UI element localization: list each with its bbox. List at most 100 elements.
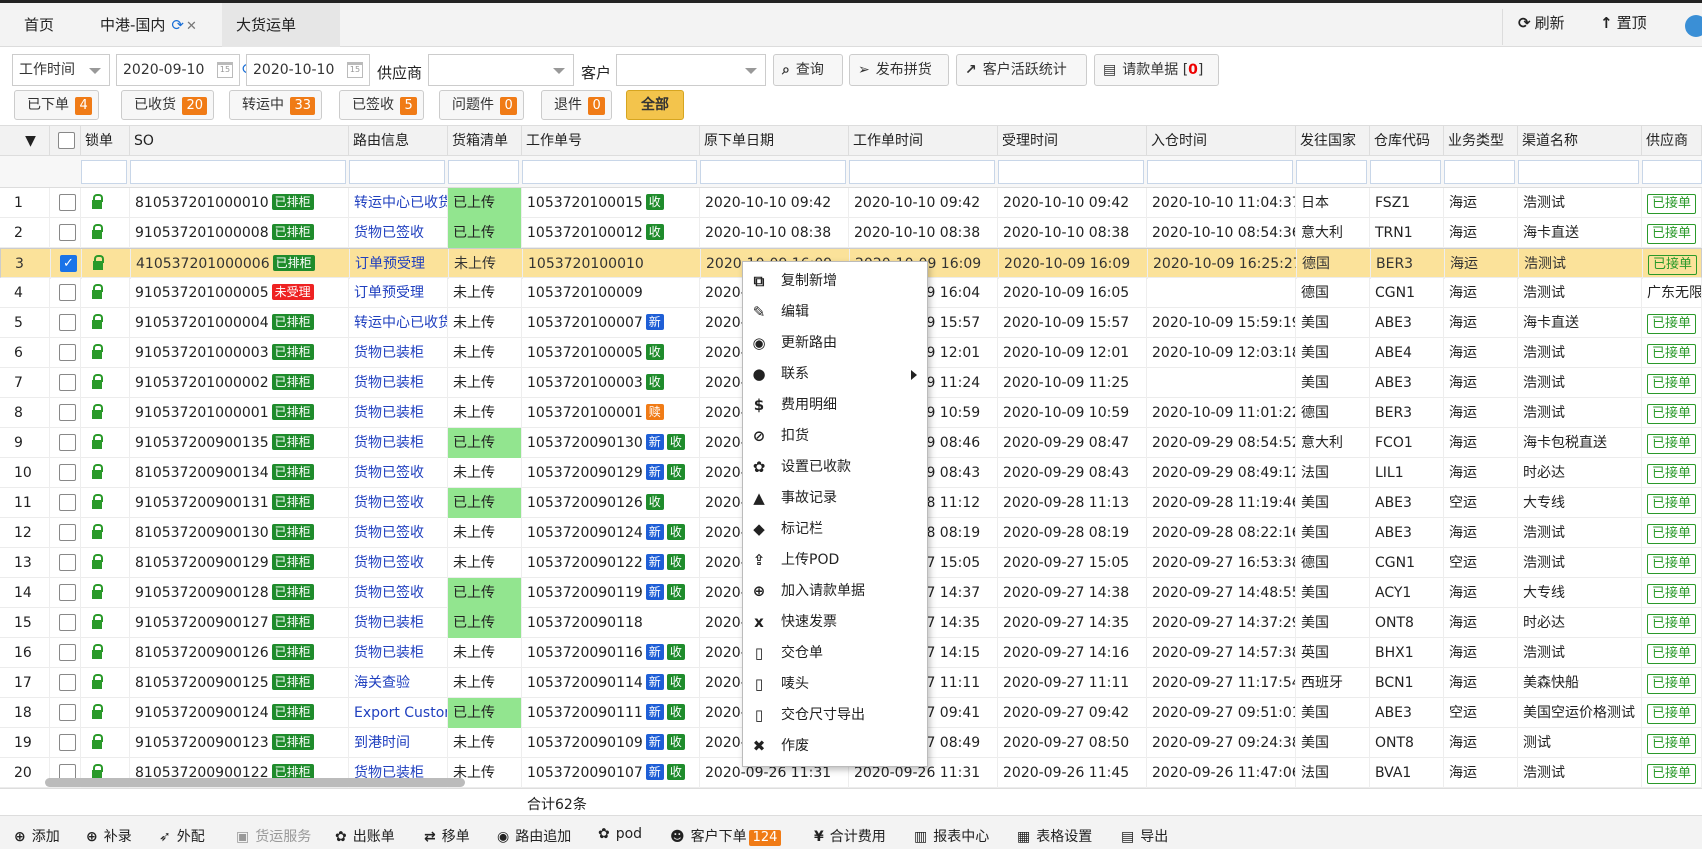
lock-icon[interactable] [92, 554, 103, 569]
checkbox[interactable] [59, 734, 76, 751]
filter-input-country[interactable] [1296, 160, 1367, 184]
filter-input-so[interactable] [130, 160, 346, 184]
checkbox[interactable] [59, 614, 76, 631]
checkbox[interactable] [59, 524, 76, 541]
date-from-field[interactable]: 2020-09-10 15 [116, 54, 240, 86]
route-info-link[interactable]: 订单预受理 [350, 249, 449, 279]
checkbox[interactable] [59, 554, 76, 571]
supplier-select[interactable] [428, 54, 574, 86]
lock-icon[interactable] [92, 224, 103, 239]
bottom-action-12[interactable]: ▤ 导出 [1121, 826, 1168, 846]
column-header-original-order-date[interactable]: 原下单日期 [700, 126, 849, 156]
route-info-link[interactable]: 货物已签收 [349, 578, 448, 608]
route-info-link[interactable]: 货物已装柜 [349, 428, 448, 458]
filter-input-route[interactable] [349, 160, 445, 184]
context-menu-item[interactable]: ▯ 唛头 [743, 669, 929, 700]
filter-all[interactable]: 全部 [626, 90, 684, 120]
context-menu-item[interactable]: ⧉ 复制新增 [743, 266, 929, 297]
close-icon[interactable]: ✕ [186, 19, 197, 34]
lock-icon[interactable] [92, 404, 103, 419]
checkbox[interactable] [58, 132, 75, 149]
query-button[interactable]: ⌕ 查询 [773, 54, 843, 86]
route-info-link[interactable]: 转运中心已收货 [349, 308, 448, 338]
checkbox[interactable] [59, 434, 76, 451]
context-menu-item[interactable]: ◆ 标记栏 [743, 514, 929, 545]
column-header-destination-country[interactable]: 发往国家 [1296, 126, 1370, 156]
checkbox[interactable] [59, 584, 76, 601]
bottom-action-9[interactable]: ¥ 合计费用 [814, 826, 886, 846]
route-info-link[interactable]: 海关查验 [349, 668, 448, 698]
route-info-link[interactable]: 货物已装柜 [349, 368, 448, 398]
calendar-icon[interactable]: 15 [217, 62, 233, 78]
filter-input-supplier[interactable] [1642, 160, 1702, 184]
bottom-action-5[interactable]: ⇄ 移单 [424, 826, 470, 846]
filter-ordered[interactable]: 已下单 4 [14, 90, 99, 120]
column-header-warehouse-code[interactable]: 仓库代码 [1370, 126, 1444, 156]
context-menu-item[interactable]: ● 联系 [743, 359, 929, 390]
column-header-channel[interactable]: 渠道名称 [1518, 126, 1642, 156]
tab-zhonggang[interactable]: 中港-国内 ⟳ ✕ [86, 3, 211, 47]
customer-activity-stats-button[interactable]: ↗ 客户活跃统计 [956, 54, 1087, 86]
context-menu-item[interactable]: ⊕ 加入请款单据 [743, 576, 929, 607]
date-to-field[interactable]: 2020-10-10 15 [246, 54, 370, 86]
filter-input-work-order[interactable] [522, 160, 697, 184]
lock-icon[interactable] [92, 584, 103, 599]
customer-select[interactable] [616, 54, 766, 86]
bottom-action-1[interactable]: ⊕ 补录 [86, 826, 132, 846]
lock-icon[interactable] [92, 284, 103, 299]
payment-request-button[interactable]: ▤ 请款单据 [0] [1094, 54, 1219, 86]
column-header-box-list[interactable]: 货箱清单 [448, 126, 522, 156]
select-all-checkbox[interactable] [50, 126, 81, 156]
context-menu-item[interactable]: ✎ 编辑 [743, 297, 929, 328]
route-info-link[interactable]: 货物已装柜 [349, 608, 448, 638]
context-menu-item[interactable]: ◉ 更新路由 [743, 328, 929, 359]
context-menu-item[interactable]: ✿ 设置已收款 [743, 452, 929, 483]
tab-bulk-waybill[interactable]: 大货运单⟳✕ [222, 3, 340, 78]
checkbox[interactable] [59, 314, 76, 331]
lock-icon[interactable] [92, 704, 103, 719]
filter-input-channel[interactable] [1518, 160, 1639, 184]
time-type-select[interactable]: 工作时间 [12, 54, 110, 86]
publish-consolidation-button[interactable]: ➢ 发布拼货 [849, 54, 949, 86]
globe-icon[interactable] [1685, 15, 1702, 37]
checkbox[interactable] [59, 284, 76, 301]
column-header-work-order-time[interactable]: 工作单时间 [849, 126, 998, 156]
table-row[interactable]: 2 910537201000008 已排柜 货物已签收 已上传 1053720100012… [0, 218, 1702, 248]
checkbox[interactable]: ✓ [60, 255, 77, 272]
column-header-work-order-no[interactable]: 工作单号 [522, 126, 700, 156]
filter-problem[interactable]: 问题件 0 [439, 90, 524, 120]
filter-returned[interactable]: 退件 0 [541, 90, 612, 120]
checkbox[interactable] [59, 704, 76, 721]
bottom-action-6[interactable]: ◉ 路由追加 [497, 826, 571, 846]
bottom-action-11[interactable]: ▦ 表格设置 [1017, 826, 1092, 846]
column-header-accept-time[interactable]: 受理时间 [998, 126, 1147, 156]
checkbox[interactable] [59, 374, 76, 391]
pin-top-button[interactable]: ↑ 置顶 [1600, 3, 1647, 43]
refresh-button[interactable]: ⟳ 刷新 [1518, 3, 1565, 43]
route-info-link[interactable]: 订单预受理 [349, 278, 448, 308]
context-menu-item[interactable]: ▲ 事故记录 [743, 483, 929, 514]
tab-home[interactable]: 首页 [10, 3, 68, 47]
context-menu-item[interactable]: ⊘ 扣货 [743, 421, 929, 452]
route-info-link[interactable]: Export Customs [349, 698, 448, 728]
route-info-link[interactable]: 货物已签收 [349, 458, 448, 488]
bottom-action-10[interactable]: ▥ 报表中心 [914, 826, 989, 846]
column-header-inbound-time[interactable]: 入仓时间 [1147, 126, 1296, 156]
lock-icon[interactable] [92, 494, 103, 509]
lock-icon[interactable] [92, 614, 103, 629]
route-info-link[interactable]: 货物已装柜 [349, 338, 448, 368]
context-menu-item[interactable]: ✖ 作废 [743, 731, 929, 762]
refresh-icon[interactable]: ⟳ [171, 16, 184, 34]
lock-icon[interactable] [92, 194, 103, 209]
bottom-action-8[interactable]: ☻ 客户下单 124 [670, 826, 782, 846]
lock-icon[interactable] [92, 374, 103, 389]
horizontal-scrollbar[interactable] [45, 778, 465, 787]
column-header-route[interactable]: 路由信息 [349, 126, 448, 156]
lock-icon[interactable] [92, 524, 103, 539]
lock-icon[interactable] [92, 644, 103, 659]
checkbox[interactable] [59, 494, 76, 511]
context-menu-item[interactable]: ⇪ 上传POD [743, 545, 929, 576]
checkbox[interactable] [59, 404, 76, 421]
column-header-supplier[interactable]: 供应商 [1642, 126, 1702, 156]
context-menu-item[interactable]: ▯ 交仓单 [743, 638, 929, 669]
